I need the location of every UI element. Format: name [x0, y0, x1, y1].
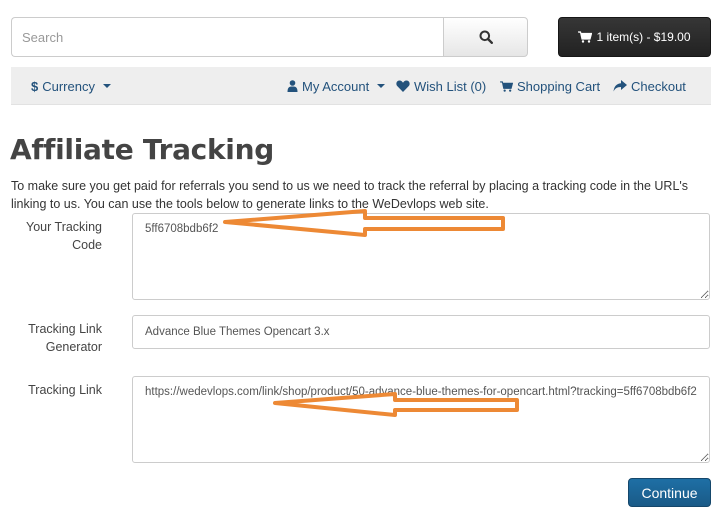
caret-down-icon [377, 84, 386, 88]
page-title: Affiliate Tracking [10, 133, 274, 166]
currency-dropdown[interactable]: $ Currency [31, 67, 111, 105]
checkout-link[interactable]: Checkout [613, 67, 686, 105]
dollar-icon: $ [31, 78, 39, 94]
top-links-bar: $ Currency My Account Wish List (0) Shop… [11, 67, 711, 105]
tracking-link-label: Tracking Link [28, 383, 102, 397]
my-account-dropdown[interactable]: My Account [287, 67, 386, 105]
user-icon [287, 80, 298, 92]
my-account-label: My Account [302, 78, 370, 94]
search-input[interactable] [11, 17, 443, 57]
shopping-cart-icon [578, 31, 593, 43]
link-generator-input[interactable] [132, 315, 710, 349]
checkout-label: Checkout [631, 78, 686, 94]
intro-text: To make sure you get paid for referrals … [11, 179, 689, 211]
tracking-link-field[interactable]: https://wedevlops.com/link/shop/product/… [132, 376, 710, 463]
wish-list-label: Wish List (0) [414, 78, 487, 94]
caret-down-icon [102, 84, 111, 88]
tracking-code-field[interactable]: 5ff6708bdb6f2 [132, 213, 710, 300]
search-button[interactable] [443, 17, 528, 57]
cart-total-label: 1 item(s) - $19.00 [596, 30, 691, 44]
shopping-cart-icon [500, 80, 513, 92]
shopping-cart-label: Shopping Cart [517, 78, 601, 94]
search-group [11, 17, 528, 57]
wish-list-link[interactable]: Wish List (0) [396, 67, 486, 105]
link-generator-label: Tracking Link Generator [28, 322, 102, 354]
continue-label: Continue [641, 484, 698, 501]
heart-icon [396, 80, 410, 92]
share-icon [613, 80, 627, 92]
search-icon [479, 30, 493, 44]
continue-button[interactable]: Continue [628, 478, 711, 507]
currency-label: Currency [42, 78, 95, 94]
cart-button[interactable]: 1 item(s) - $19.00 [558, 17, 711, 57]
tracking-code-label: Your Tracking Code [26, 220, 102, 252]
shopping-cart-link[interactable]: Shopping Cart [500, 67, 600, 105]
